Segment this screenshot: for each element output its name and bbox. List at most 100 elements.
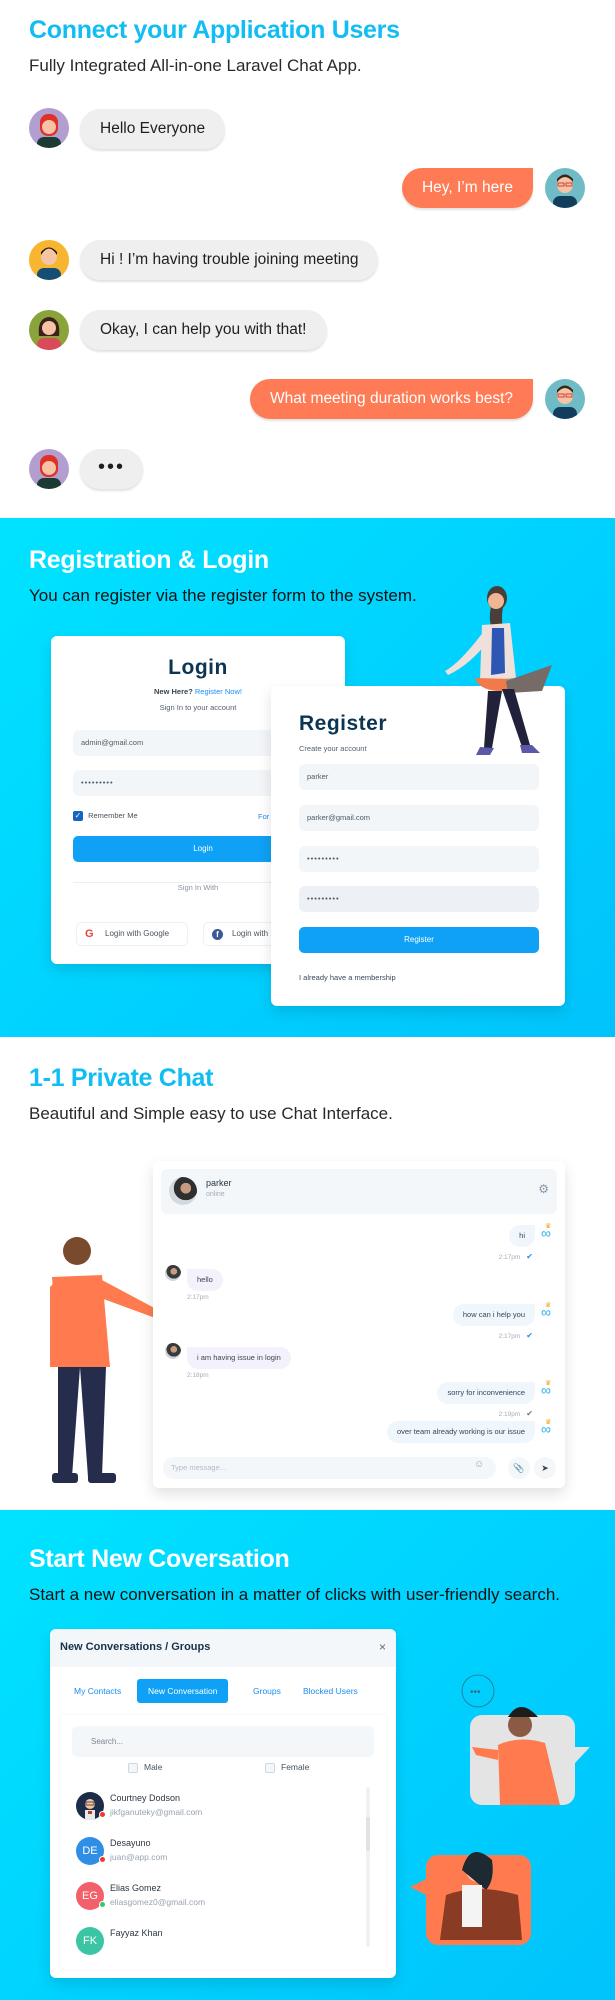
- contacts-panel: Search... Male Female Courtney Dodson ji…: [60, 1715, 386, 1969]
- section-subtitle: Start a new conversation in a matter of …: [29, 1585, 560, 1604]
- status-dot-offline: [99, 1811, 106, 1818]
- contact-avatar: DE: [76, 1837, 106, 1865]
- chat-window: parker online ⚙ hi ∞ ♛ 2:17pm ✔ hello 2:17…: [153, 1161, 565, 1488]
- infinity-avatar-icon: ∞ ♛: [541, 1419, 552, 1437]
- login-google-button[interactable]: G Login with Google: [76, 922, 188, 946]
- people-chatting-illustration: •••: [410, 1674, 590, 1945]
- contact-name: Courtney Dodson: [110, 1793, 181, 1803]
- message-time: 2:17pm ✔: [498, 1252, 533, 1261]
- contact-avatar: FK: [76, 1927, 104, 1955]
- chat-input-bar: Type message... ☺ 📎 ➤: [153, 1446, 565, 1488]
- forgot-password-link[interactable]: For: [258, 812, 269, 821]
- message-time: 2:19pm ✔: [498, 1409, 533, 1418]
- status-dot-offline: [99, 1856, 106, 1863]
- infinity-avatar-icon: ∞ ♛: [541, 1302, 552, 1320]
- message-time: 2:18pm: [187, 1372, 209, 1379]
- contact-item[interactable]: FK Fayyaz Khan: [66, 1920, 356, 1955]
- message-time: 2:17pm ✔: [498, 1331, 533, 1340]
- infinity-avatar-icon: ∞ ♛: [541, 1223, 552, 1241]
- contact-avatar: EG: [76, 1882, 106, 1910]
- modal-header: New Conversations / Groups ×: [50, 1629, 396, 1667]
- svg-text:•••: •••: [470, 1687, 481, 1698]
- read-check-icon: ✔: [526, 1331, 533, 1340]
- new-conversation-modal: New Conversations / Groups × My Contacts…: [50, 1629, 396, 1978]
- section-registration: Registration & Login You can register vi…: [0, 518, 615, 1037]
- man-glasses-avatar: [545, 168, 585, 208]
- contact-avatar: [165, 1343, 181, 1359]
- chat-message-outgoing: how can i help you: [452, 1304, 535, 1326]
- read-check-icon: ✔: [526, 1252, 533, 1261]
- chat-message-incoming: hello: [187, 1269, 223, 1291]
- male-checkbox[interactable]: [128, 1762, 138, 1773]
- contact-item[interactable]: DE Desayuno juan@app.com: [66, 1830, 356, 1870]
- contact-avatar: [165, 1265, 181, 1281]
- filter-male[interactable]: Male: [128, 1762, 162, 1773]
- gear-icon[interactable]: ⚙: [538, 1182, 549, 1196]
- contact-item[interactable]: EG Elias Gomez eliasgomez0@gmail.com: [66, 1875, 356, 1915]
- infinity-avatar-icon: ∞ ♛: [541, 1380, 552, 1398]
- sign-in-with-label: Sign In With: [169, 883, 227, 892]
- emoji-icon[interactable]: ☺: [474, 1459, 484, 1470]
- new-here-text: New Here?: [154, 687, 193, 696]
- contact-name: Fayyaz Khan: [110, 1928, 163, 1938]
- section-title: 1-1 Private Chat: [29, 1064, 214, 1092]
- section-title: Start New Coversation: [29, 1545, 290, 1573]
- tab-groups[interactable]: Groups: [242, 1679, 292, 1703]
- female-checkbox[interactable]: [265, 1762, 275, 1773]
- chat-message-outgoing: hi: [509, 1225, 535, 1247]
- attachment-icon[interactable]: 📎: [508, 1457, 530, 1479]
- register-title: Register: [299, 712, 388, 735]
- woman-red-hair-avatar: [29, 449, 69, 489]
- search-input[interactable]: Search...: [72, 1726, 374, 1757]
- contact-name: Desayuno: [110, 1838, 151, 1848]
- woman-red-hair-avatar: [29, 108, 69, 148]
- sent-check-icon: ✔: [526, 1409, 533, 1418]
- section-new-conversation: Start New Coversation Start a new conver…: [0, 1510, 615, 2000]
- remember-me-label: Remember Me: [88, 811, 138, 820]
- register-button[interactable]: Register: [299, 927, 539, 953]
- filter-female[interactable]: Female: [265, 1762, 309, 1773]
- login-title: Login: [168, 656, 228, 679]
- contact-email: juan@app.com: [110, 1852, 168, 1862]
- membership-link[interactable]: I already have a membership: [299, 973, 396, 982]
- close-icon[interactable]: ×: [379, 1640, 386, 1654]
- typing-indicator: •••: [80, 449, 144, 489]
- contact-item[interactable]: Courtney Dodson jikfganuteky@gmail.com: [66, 1785, 356, 1825]
- chat-bubble-outgoing: What meeting duration works best?: [250, 379, 533, 419]
- scrollbar-thumb[interactable]: [366, 1817, 370, 1851]
- chat-user-status: online: [206, 1191, 225, 1198]
- contact-email: jikfganuteky@gmail.com: [110, 1807, 203, 1817]
- chat-bubble-outgoing: Hey, I’m here: [401, 168, 533, 208]
- chat-bubble-incoming: Hi ! I’m having trouble joining meeting: [80, 240, 379, 280]
- contact-avatar: [76, 1792, 106, 1820]
- woman-brown-hair-avatar: [29, 310, 69, 350]
- section-title: Connect your Application Users: [29, 16, 400, 44]
- chat-bubble-incoming: Hello Everyone: [80, 109, 226, 149]
- register-password-input[interactable]: •••••••••: [299, 846, 539, 872]
- tab-new-conversation[interactable]: New Conversation: [137, 1679, 229, 1703]
- register-email-input[interactable]: parker@gmail.com: [299, 805, 539, 831]
- register-confirm-password-input[interactable]: •••••••••: [299, 886, 539, 912]
- modal-title: New Conversations / Groups: [60, 1641, 211, 1653]
- message-input[interactable]: Type message...: [163, 1457, 496, 1479]
- tab-blocked-users[interactable]: Blocked Users: [292, 1679, 369, 1703]
- section-connect-users: Connect your Application Users Fully Int…: [0, 0, 615, 518]
- tab-my-contacts[interactable]: My Contacts: [63, 1679, 132, 1703]
- section-subtitle: Fully Integrated All-in-one Laravel Chat…: [29, 56, 362, 75]
- section-private-chat: 1-1 Private Chat Beautiful and Simple ea…: [0, 1037, 615, 1510]
- remember-me-checkbox[interactable]: ✓: [73, 811, 83, 822]
- google-icon: G: [85, 928, 94, 940]
- woman-laptop-illustration: [445, 586, 552, 755]
- contact-email: eliasgomez0@gmail.com: [110, 1897, 206, 1907]
- chat-message-outgoing: sorry for inconvenience: [437, 1382, 535, 1404]
- chat-header: parker online ⚙: [161, 1169, 557, 1214]
- scrollbar-track[interactable]: [366, 1787, 370, 1947]
- contact-list: Courtney Dodson jikfganuteky@gmail.com D…: [66, 1785, 370, 1955]
- register-now-link[interactable]: Register Now!: [195, 687, 242, 696]
- contact-name: Elias Gomez: [110, 1883, 162, 1893]
- status-dot-online: [99, 1901, 106, 1908]
- send-icon[interactable]: ➤: [534, 1457, 556, 1479]
- user-avatar[interactable]: [169, 1177, 197, 1205]
- chat-bubble-incoming: Okay, I can help you with that!: [80, 310, 327, 350]
- section-title: Registration & Login: [29, 546, 269, 574]
